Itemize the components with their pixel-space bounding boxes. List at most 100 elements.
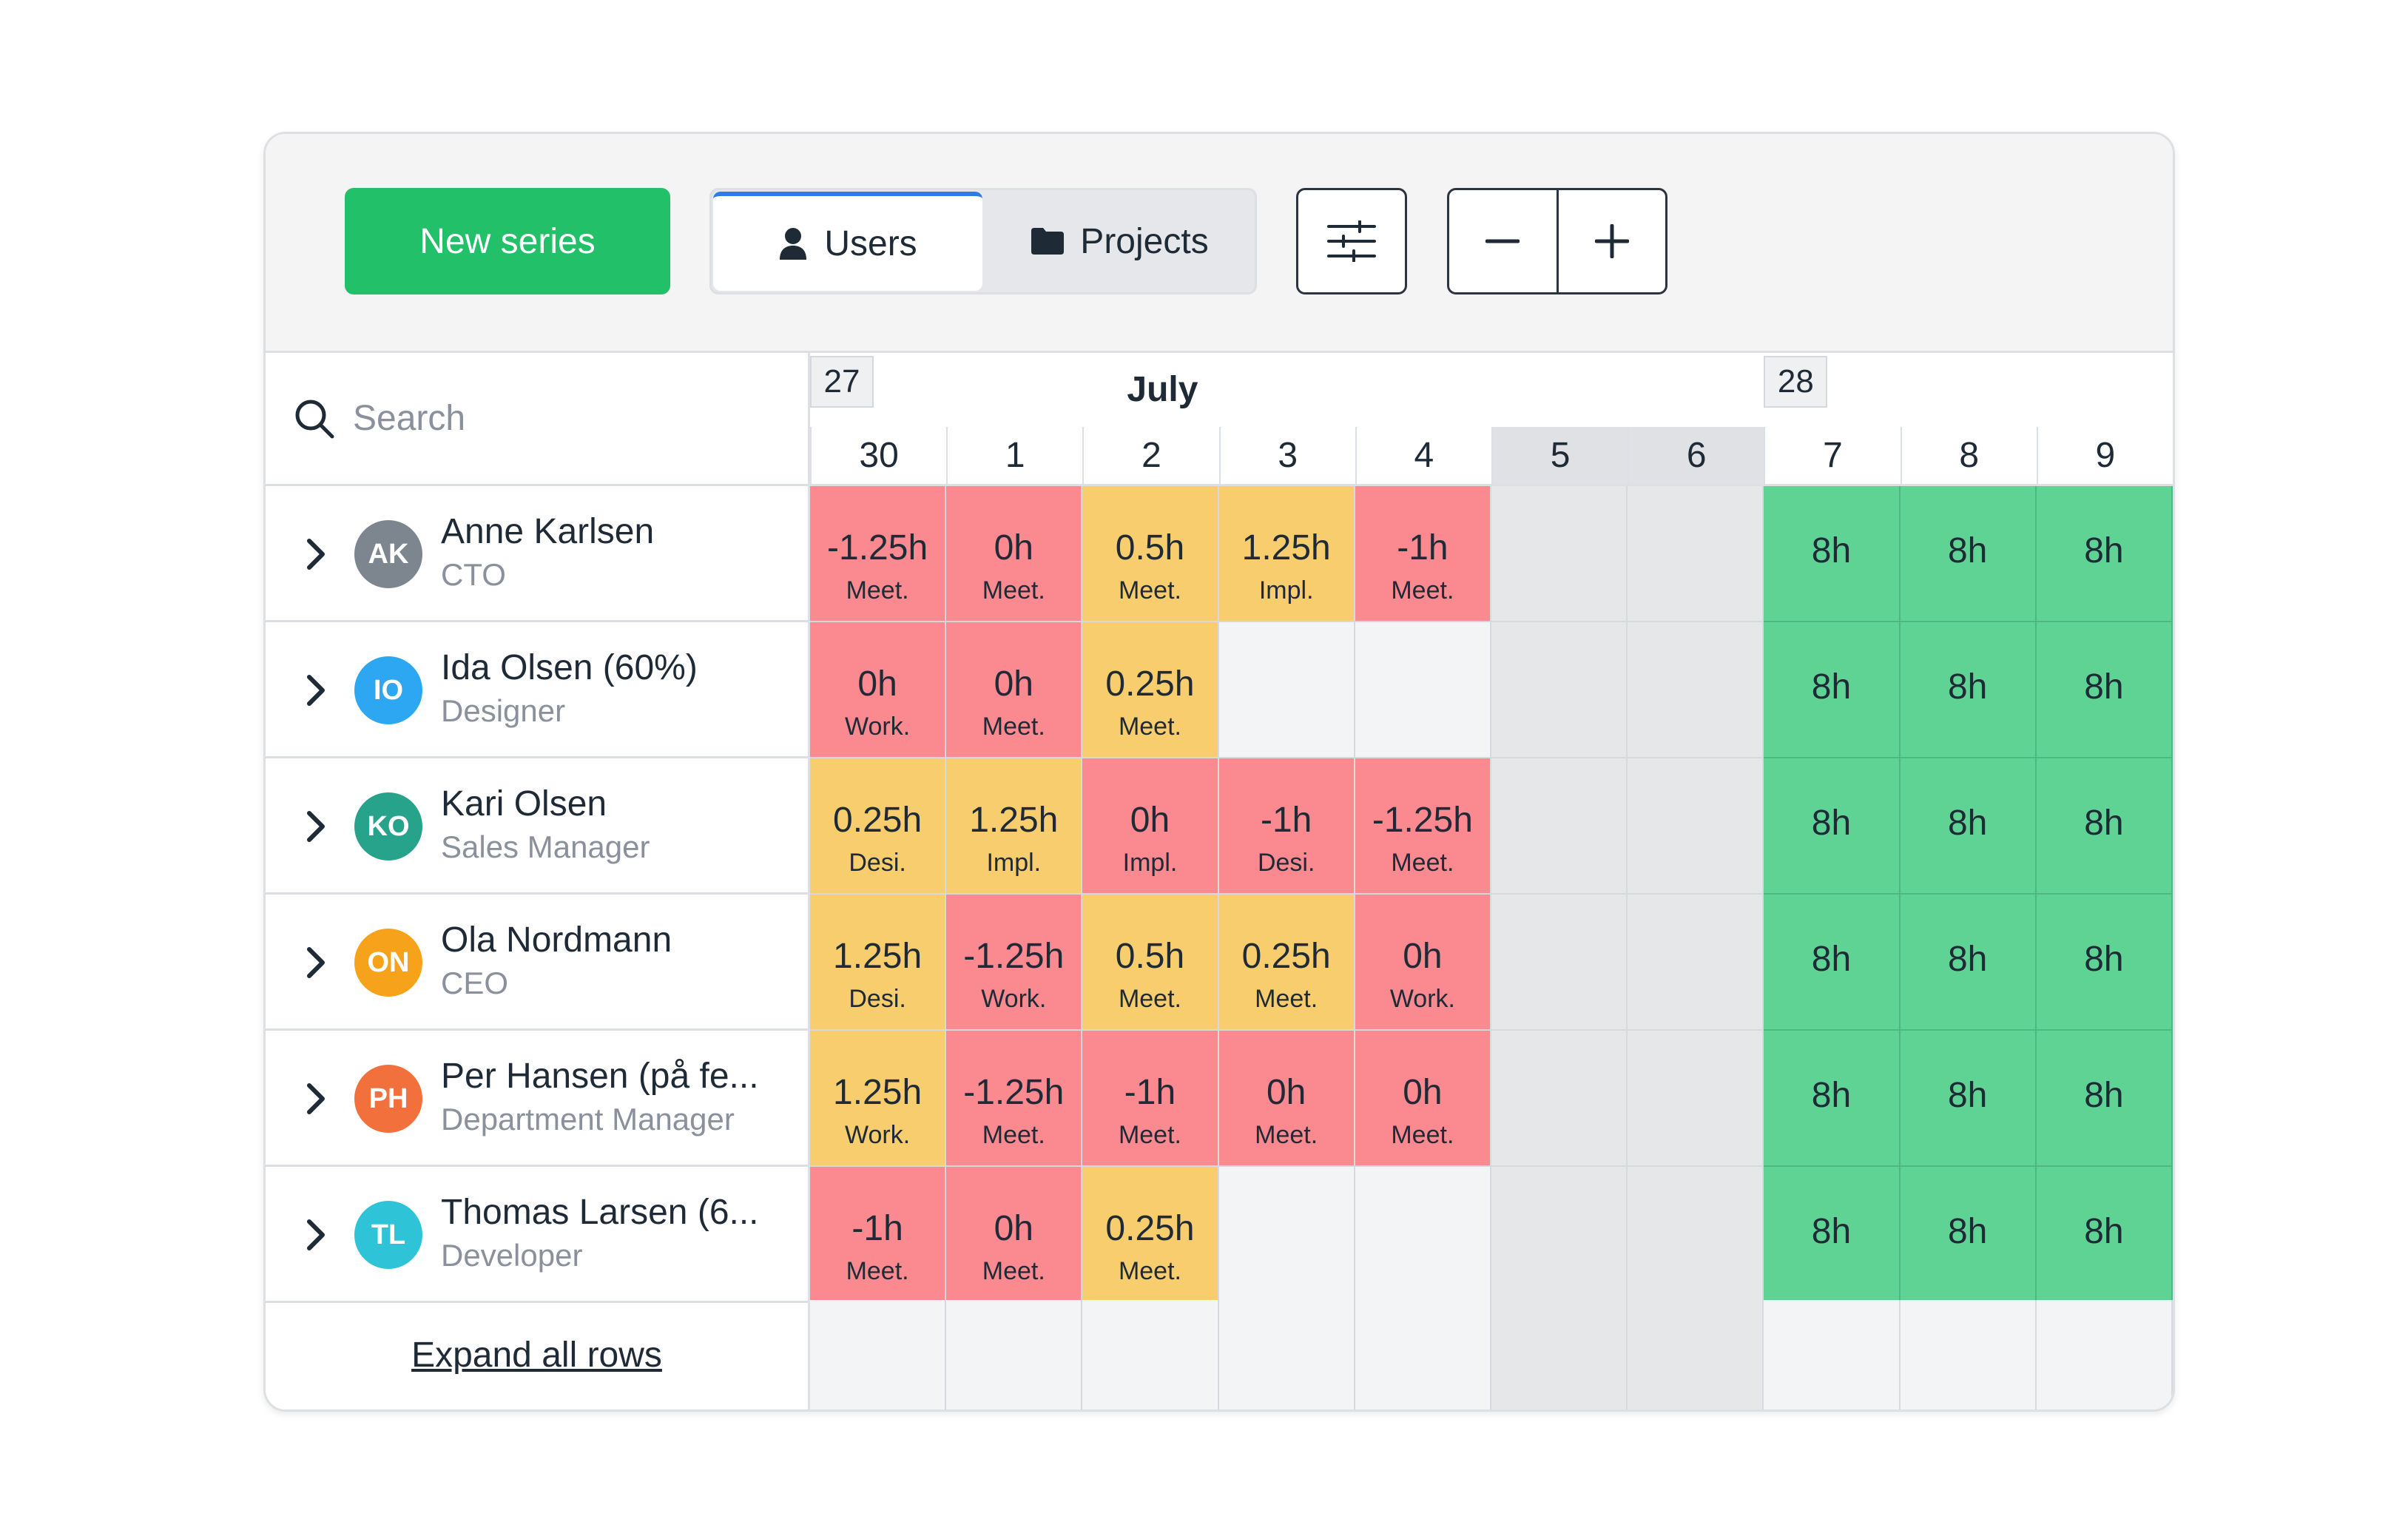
schedule-cell[interactable]: 8h [1764, 1167, 1901, 1303]
schedule-cell[interactable] [1628, 895, 1764, 1031]
schedule-cell[interactable] [1491, 1031, 1628, 1167]
cell-hours: 0.5h [1115, 937, 1185, 976]
week-number-tag: 28 [1764, 356, 1828, 408]
schedule-cell[interactable]: 8h [2036, 758, 2173, 895]
schedule-cell[interactable]: 1.25h Desi. [810, 895, 947, 1031]
search-input[interactable] [351, 397, 798, 440]
cell-hours: -1.25h [1372, 801, 1473, 840]
schedule-cell[interactable]: 0h Meet. [946, 622, 1083, 758]
day-header: 9 [2036, 427, 2173, 486]
schedule-cell[interactable]: 0.25h Meet. [1082, 622, 1219, 758]
schedule-cell[interactable]: 8h [2036, 486, 2173, 622]
schedule-cell[interactable] [1628, 486, 1764, 622]
schedule-cell[interactable]: 0.25h Meet. [1082, 1167, 1219, 1303]
chevron-right-icon[interactable] [294, 532, 338, 576]
chevron-right-icon[interactable] [294, 940, 338, 985]
schedule-cell[interactable]: -1.25h Meet. [810, 486, 947, 622]
schedule-cell[interactable]: -1h Meet. [810, 1167, 947, 1303]
schedule-cell[interactable]: 8h [1900, 622, 2037, 758]
user-icon [780, 228, 807, 260]
schedule-cell[interactable] [1491, 622, 1628, 758]
schedule-cell[interactable]: -1.25h Meet. [946, 1031, 1083, 1167]
schedule-cell[interactable]: -1.25h Meet. [1355, 758, 1491, 895]
schedule-cell[interactable]: 0h Impl. [1082, 758, 1219, 895]
avatar: PH [354, 1065, 422, 1133]
chevron-right-icon[interactable] [294, 1077, 338, 1121]
user-role: CTO [441, 557, 506, 592]
schedule-cell[interactable]: -1h Desi. [1218, 758, 1355, 895]
chevron-right-icon[interactable] [294, 1213, 338, 1257]
schedule-cell[interactable]: 8h [2036, 1031, 2173, 1167]
schedule-cell[interactable]: -1.25h Work. [946, 895, 1083, 1031]
user-name: Per Hansen (på fe... [441, 1057, 759, 1096]
schedule-cell[interactable]: 8h [1764, 895, 1901, 1031]
schedule-cell[interactable]: 8h [2036, 895, 2173, 1031]
user-row-header[interactable]: PH Per Hansen (på fe... Department Manager [266, 1031, 810, 1167]
schedule-cell[interactable]: 0h Meet. [946, 1167, 1083, 1303]
schedule-cell[interactable]: 0.25h Meet. [1218, 895, 1355, 1031]
schedule-cell[interactable]: 8h [2036, 1167, 2173, 1303]
schedule-cell[interactable]: 8h [1764, 622, 1901, 758]
schedule-cell[interactable] [1628, 758, 1764, 895]
schedule-cell[interactable]: 8h [1764, 1031, 1901, 1167]
schedule-cell[interactable]: -1h Meet. [1082, 1031, 1219, 1167]
schedule-cell[interactable]: 1.25h Impl. [946, 758, 1083, 895]
tab-users[interactable]: Users [713, 192, 982, 291]
new-series-button[interactable]: New series [345, 188, 670, 294]
schedule-cell[interactable]: 0h Meet. [1218, 1031, 1355, 1167]
chevron-right-icon[interactable] [294, 804, 338, 849]
schedule-cell[interactable] [1355, 1167, 1491, 1303]
schedule-cell[interactable]: 8h [1900, 758, 2037, 895]
zoom-out-button[interactable] [1449, 190, 1559, 292]
user-row-header[interactable]: IO Ida Olsen (60%) Designer [266, 622, 810, 758]
user-row-header[interactable]: ON Ola Nordmann CEO [266, 895, 810, 1031]
schedule-cell[interactable] [1218, 1167, 1355, 1303]
expand-all-rows-link[interactable]: Expand all rows [411, 1335, 662, 1375]
schedule-cell[interactable]: 1.25h Work. [810, 1031, 947, 1167]
schedule-cell[interactable] [1218, 622, 1355, 758]
filter-button[interactable] [1296, 188, 1407, 294]
schedule-cell[interactable] [1628, 622, 1764, 758]
schedule-cell[interactable] [1628, 1167, 1764, 1303]
avatar: AK [354, 520, 422, 588]
schedule-cell[interactable] [1491, 486, 1628, 622]
schedule-cell[interactable]: 0h Work. [810, 622, 947, 758]
user-row-header[interactable]: KO Kari Olsen Sales Manager [266, 758, 810, 895]
schedule-cell[interactable] [1491, 895, 1628, 1031]
schedule-cell[interactable]: 8h [1900, 895, 2037, 1031]
schedule-cell[interactable] [1491, 1167, 1628, 1303]
user-role: CEO [441, 966, 509, 1000]
zoom-in-button[interactable] [1559, 190, 1666, 292]
cell-hours: 8h [1947, 1076, 1988, 1115]
schedule-cell[interactable]: 0.5h Meet. [1082, 895, 1219, 1031]
schedule-cell[interactable]: 8h [1764, 486, 1901, 622]
user-row-header[interactable]: AK Anne Karlsen CTO [266, 486, 810, 622]
schedule-cell[interactable]: 0h Work. [1355, 895, 1491, 1031]
cell-hours: 8h [1947, 531, 1988, 570]
chevron-right-icon[interactable] [294, 668, 338, 713]
footer: Expand all rows [266, 1300, 810, 1410]
schedule-cell[interactable]: 1.25h Impl. [1218, 486, 1355, 622]
schedule-cell[interactable]: 0.25h Desi. [810, 758, 947, 895]
day-header: 8 [1900, 427, 2037, 486]
schedule-cell[interactable]: 8h [1900, 486, 2037, 622]
schedule-cell[interactable]: 0h Meet. [946, 486, 1083, 622]
cell-hours: -1h [1261, 801, 1312, 840]
schedule-cell[interactable]: 8h [2036, 622, 2173, 758]
tab-projects[interactable]: Projects [985, 192, 1255, 291]
minus-icon [1485, 239, 1520, 243]
schedule-cell[interactable]: 0h Meet. [1355, 1031, 1491, 1167]
user-name: Anne Karlsen [441, 512, 655, 551]
cell-hours: 8h [1811, 667, 1852, 707]
schedule-cell[interactable]: 8h [1900, 1167, 2037, 1303]
user-row-header[interactable]: TL Thomas Larsen (6... Developer [266, 1167, 810, 1303]
cell-activity-type: Meet. [982, 1121, 1045, 1149]
schedule-cell[interactable]: 8h [1764, 758, 1901, 895]
schedule-cell[interactable]: 8h [1900, 1031, 2037, 1167]
schedule-cell[interactable] [1628, 1031, 1764, 1167]
cell-activity-type: Meet. [1118, 1121, 1181, 1149]
schedule-cell[interactable] [1491, 758, 1628, 895]
schedule-cell[interactable] [1355, 622, 1491, 758]
schedule-cell[interactable]: 0.5h Meet. [1082, 486, 1219, 622]
schedule-cell[interactable]: -1h Meet. [1355, 486, 1491, 622]
